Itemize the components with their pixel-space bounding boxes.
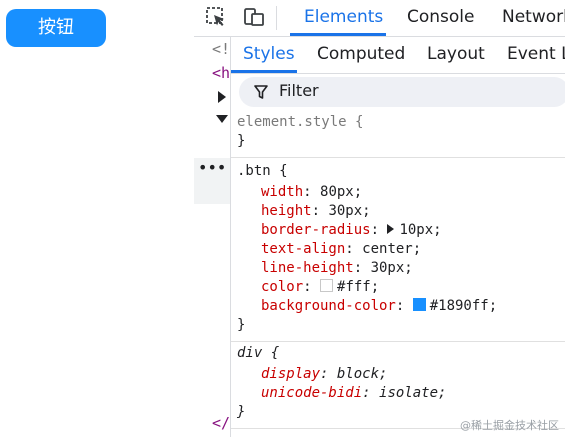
devtools-toolbar: Elements Console Network: [194, 0, 565, 37]
css-property-name: background-color: [261, 298, 396, 314]
rule-close-brace: }: [237, 133, 246, 149]
css-declaration: unicode-bidi: isolate;: [261, 385, 447, 401]
css-property-name: unicode-bidi: [261, 385, 363, 401]
tab-elements[interactable]: Elements: [304, 0, 383, 36]
css-property-value: #1890ff;: [429, 298, 498, 314]
watermark: @稀土掘金技术社区: [460, 419, 559, 432]
css-property-value: 30px;: [328, 203, 371, 219]
css-declaration[interactable]: background-color: #1890ff;: [261, 298, 497, 314]
devtools-panel: Elements Console Network <! <h </ ••• St…: [194, 0, 565, 437]
rule-selector-element-style[interactable]: element.style {: [237, 114, 363, 130]
css-property-name: display: [261, 366, 321, 382]
css-declaration[interactable]: border-radius: 10px;: [261, 222, 442, 238]
css-property-value: block;: [336, 366, 388, 382]
rule-divider: [231, 341, 565, 342]
css-property-value: center;: [362, 241, 422, 257]
tab-console[interactable]: Console: [407, 0, 475, 36]
html-node-fragment[interactable]: <h: [212, 64, 230, 82]
toolbar-divider: [276, 6, 277, 30]
rule-divider: [231, 157, 565, 158]
subtab-event-listeners[interactable]: Event Li: [507, 37, 565, 73]
collapse-arrow-icon[interactable]: [216, 115, 228, 123]
filter-icon: [254, 85, 268, 99]
css-property-value: 80px;: [320, 184, 363, 200]
closing-tag-fragment: </: [212, 414, 231, 432]
css-declaration[interactable]: height: 30px;: [261, 203, 371, 219]
rule-close-brace: }: [237, 317, 246, 333]
css-declaration[interactable]: width: 80px;: [261, 184, 362, 200]
css-declaration[interactable]: text-align: center;: [261, 241, 421, 257]
expand-shorthand-icon[interactable]: [387, 224, 395, 234]
elements-tree: <! <h </: [194, 37, 230, 437]
active-subtab-indicator: [231, 70, 297, 73]
more-options-icon[interactable]: •••: [198, 158, 226, 177]
demo-button[interactable]: 按钮: [6, 9, 106, 47]
css-declaration[interactable]: color: #fff;: [261, 279, 379, 295]
expand-arrow-icon[interactable]: [218, 91, 226, 103]
css-property-name: line-height: [261, 260, 354, 276]
subtab-computed[interactable]: Computed: [317, 37, 405, 73]
subtab-styles[interactable]: Styles: [243, 37, 295, 73]
styles-pane: Styles Computed Layout Event Li Filter e…: [230, 37, 565, 437]
tab-network[interactable]: Network: [502, 0, 565, 36]
css-property-name: border-radius: [261, 222, 371, 238]
css-property-value: 30px;: [370, 260, 413, 276]
css-property-name: width: [261, 184, 304, 200]
inspect-element-icon[interactable]: [204, 5, 228, 29]
css-property-name: text-align: [261, 241, 346, 257]
css-property-value: isolate;: [379, 385, 447, 401]
filter-input[interactable]: Filter: [239, 77, 565, 107]
subtab-layout[interactable]: Layout: [427, 37, 485, 73]
doctype-fragment: <!: [212, 40, 231, 58]
active-tab-indicator: [290, 33, 386, 36]
device-toolbar-icon[interactable]: [242, 5, 266, 29]
filter-placeholder: Filter: [279, 81, 319, 100]
css-property-value: #fff;: [337, 279, 380, 295]
css-declaration: display: block;: [261, 366, 388, 382]
rule-close-brace: }: [237, 404, 246, 420]
rule-selector-div[interactable]: div {: [237, 345, 279, 361]
css-property-name: height: [261, 203, 312, 219]
rule-selector-btn[interactable]: .btn {: [237, 163, 288, 179]
color-swatch[interactable]: [320, 279, 334, 292]
css-declaration[interactable]: line-height: 30px;: [261, 260, 413, 276]
color-swatch[interactable]: [412, 298, 426, 311]
css-property-name: color: [261, 279, 304, 295]
css-property-value: 10px;: [399, 222, 442, 238]
styles-subtabs: Styles Computed Layout Event Li: [231, 37, 565, 74]
